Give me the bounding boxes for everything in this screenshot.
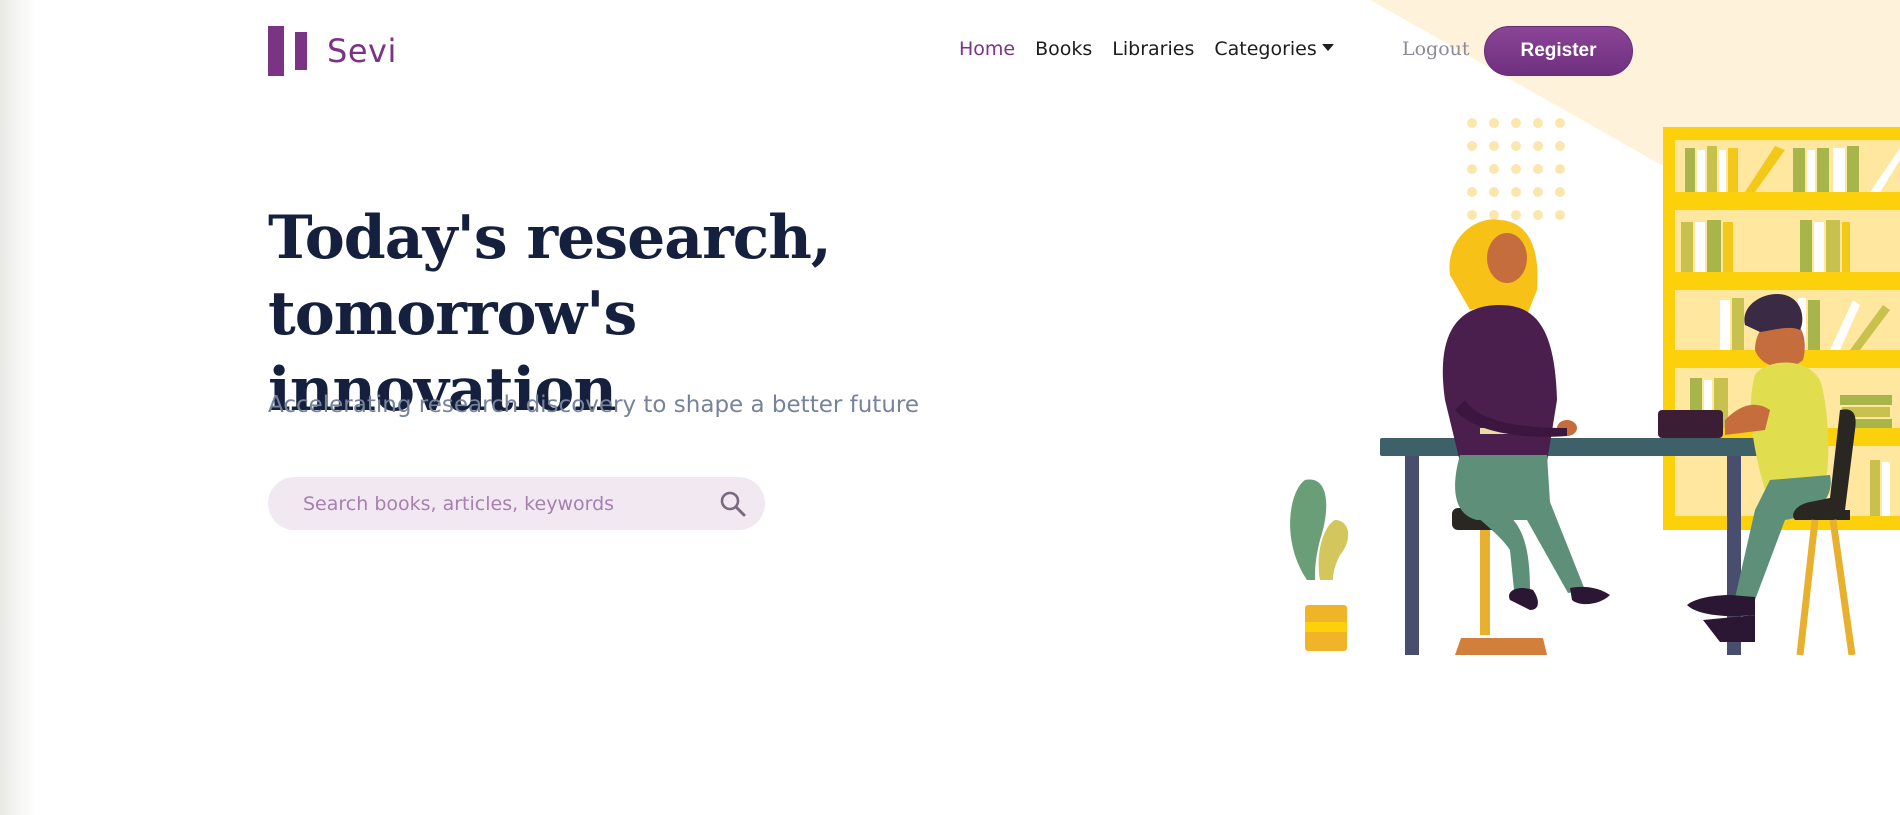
logo-icon	[268, 26, 307, 76]
reading-illustration	[1290, 118, 1900, 655]
nav-libraries-link[interactable]: Libraries	[1112, 38, 1194, 60]
caret-down-icon	[1321, 44, 1334, 51]
register-button[interactable]: Register	[1484, 26, 1633, 76]
hero-subtitle: Accelerating research discovery to shape…	[268, 392, 919, 418]
dot-grid-decoration	[1467, 118, 1565, 220]
left-edge-shadow	[0, 0, 36, 815]
potted-plant	[1290, 479, 1349, 651]
woman-figure	[1442, 219, 1610, 610]
nav-categories-dropdown[interactable]: Categories	[1214, 38, 1334, 60]
search-bar	[268, 477, 765, 530]
brand-name: Sevi	[327, 32, 397, 70]
search-icon[interactable]	[719, 490, 747, 518]
main-nav: Home Books Libraries Categories	[959, 38, 1334, 60]
hero-title-line1: Today's research,	[268, 203, 832, 273]
search-input[interactable]	[303, 492, 703, 515]
nav-home-link[interactable]: Home	[959, 38, 1015, 60]
brand-logo[interactable]: Sevi	[268, 26, 397, 76]
nav-categories-label: Categories	[1214, 38, 1317, 60]
nav-books-link[interactable]: Books	[1035, 38, 1092, 60]
logout-link[interactable]: Logout	[1402, 38, 1470, 60]
